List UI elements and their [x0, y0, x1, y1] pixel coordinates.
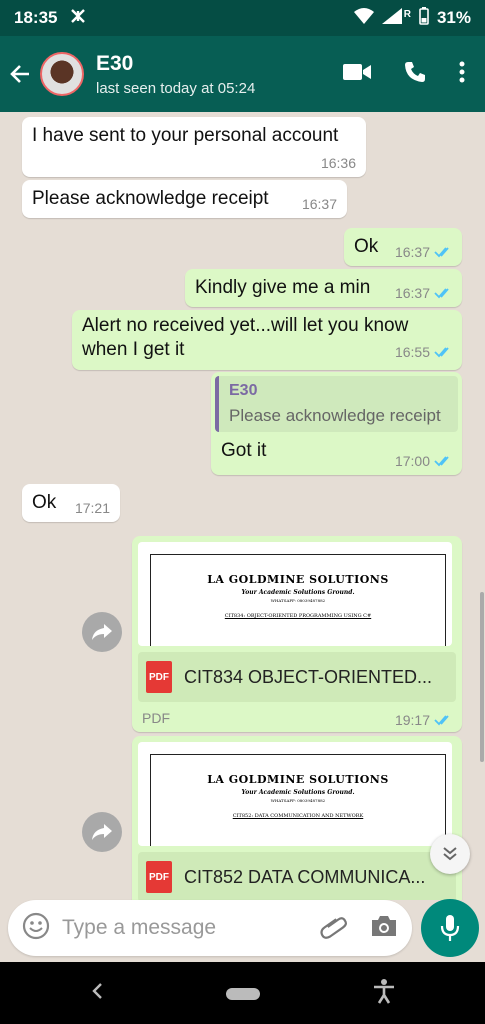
pdf-icon: PDF — [146, 661, 172, 693]
document-file-row[interactable]: PDF CIT852 DATA COMMUNICA... — [138, 852, 456, 900]
message-outgoing-reply[interactable]: E30 Please acknowledge receipt Got it 17… — [211, 372, 462, 475]
document-name: CIT852 DATA COMMUNICA... — [184, 866, 426, 887]
message-text: Kindly give me a min — [195, 277, 371, 298]
chat-area[interactable]: I have sent to your personal account 16:… — [0, 112, 485, 900]
kebab-menu-icon — [459, 61, 465, 82]
system-nav-bar — [0, 962, 485, 1024]
video-call-button[interactable] — [343, 63, 371, 86]
roaming-badge: R — [403, 8, 411, 20]
microphone-icon — [440, 915, 460, 941]
message-input[interactable] — [62, 916, 292, 940]
more-options-button[interactable] — [459, 61, 465, 88]
document-file-row[interactable]: PDF CIT834 OBJECT-ORIENTED... — [138, 652, 456, 702]
message-time: 17:21 — [74, 500, 110, 516]
video-camera-icon — [343, 63, 371, 80]
arrow-left-icon — [10, 65, 29, 83]
battery-level: 31% — [436, 8, 471, 27]
double-check-icon — [434, 456, 449, 467]
message-text: Got it — [221, 440, 267, 461]
message-time: 16:36 — [320, 155, 356, 171]
back-button[interactable] — [0, 36, 40, 112]
message-text: I have sent to your personal account — [32, 125, 339, 146]
forward-button[interactable] — [82, 612, 122, 652]
message-time: 16:37 — [301, 196, 337, 212]
attach-button[interactable] — [320, 912, 348, 945]
accessibility-button[interactable] — [372, 978, 396, 1009]
camera-icon — [372, 915, 396, 936]
message-time: 16:55 — [394, 344, 430, 360]
quoted-message[interactable]: E30 Please acknowledge receipt — [215, 376, 458, 432]
forward-button[interactable] — [82, 812, 122, 852]
double-chevron-down-icon — [443, 847, 457, 861]
message-text: Alert no received yet...will let you kno… — [82, 315, 409, 360]
message-incoming[interactable]: I have sent to your personal account 16:… — [22, 117, 366, 177]
message-text: Ok — [32, 492, 57, 513]
signal-icon — [381, 7, 402, 29]
status-time: 18:35 — [14, 8, 58, 27]
emoji-button[interactable] — [22, 912, 50, 945]
message-time: 17:00 — [394, 453, 430, 469]
message-text: Ok — [354, 236, 379, 257]
document-name: CIT834 OBJECT-ORIENTED... — [184, 666, 433, 687]
quoted-sender: E30 — [229, 382, 258, 399]
chat-header: E30 last seen today at 05:24 — [0, 36, 485, 112]
document-message[interactable]: LA GOLDMINE SOLUTIONS Your Academic Solu… — [132, 736, 462, 900]
system-home-button[interactable] — [226, 988, 260, 1000]
document-message[interactable]: LA GOLDMINE SOLUTIONS Your Academic Solu… — [132, 536, 462, 732]
message-outgoing[interactable]: Ok 16:37 — [344, 228, 462, 266]
wifi-icon — [353, 7, 374, 29]
scroll-to-bottom-button[interactable] — [430, 834, 470, 874]
chevron-left-icon — [92, 983, 102, 999]
notification-icon — [69, 7, 87, 30]
status-bar: 18:35 R 31% — [0, 0, 485, 36]
share-arrow-icon — [92, 824, 112, 840]
message-text: Please acknowledge receipt — [32, 188, 269, 209]
contact-name: E30 — [96, 51, 134, 75]
message-incoming[interactable]: Ok 17:21 — [22, 484, 120, 522]
double-check-icon — [434, 247, 449, 258]
accessibility-icon — [374, 979, 394, 1004]
message-time: 16:37 — [394, 244, 430, 260]
document-type: PDF — [142, 710, 170, 726]
contact-info[interactable]: E30 last seen today at 05:24 — [96, 52, 255, 97]
battery-icon — [419, 6, 429, 30]
paperclip-icon — [320, 916, 347, 939]
message-incoming[interactable]: Please acknowledge receipt 16:37 — [22, 180, 347, 218]
document-preview[interactable]: LA GOLDMINE SOLUTIONS Your Academic Solu… — [138, 542, 452, 646]
share-arrow-icon — [92, 624, 112, 640]
message-outgoing[interactable]: Alert no received yet...will let you kno… — [72, 310, 462, 370]
document-preview[interactable]: LA GOLDMINE SOLUTIONS Your Academic Solu… — [138, 742, 452, 846]
message-time: 16:37 — [394, 285, 430, 301]
voice-record-button[interactable] — [421, 899, 479, 957]
message-composer — [8, 900, 412, 956]
voice-call-button[interactable] — [403, 60, 427, 89]
system-back-button[interactable] — [90, 980, 104, 1007]
quoted-text: Please acknowledge receipt — [229, 406, 441, 425]
pdf-icon: PDF — [146, 861, 172, 893]
double-check-icon — [434, 715, 449, 726]
double-check-icon — [434, 288, 449, 299]
emoji-icon — [22, 912, 50, 939]
camera-button[interactable] — [370, 914, 398, 943]
scrollbar[interactable] — [480, 592, 484, 762]
message-outgoing[interactable]: Kindly give me a min 16:37 — [185, 269, 462, 307]
last-seen: last seen today at 05:24 — [96, 79, 256, 97]
phone-icon — [405, 61, 425, 82]
avatar[interactable] — [40, 52, 84, 96]
double-check-icon — [434, 347, 449, 358]
message-time: 19:17 — [394, 712, 430, 728]
